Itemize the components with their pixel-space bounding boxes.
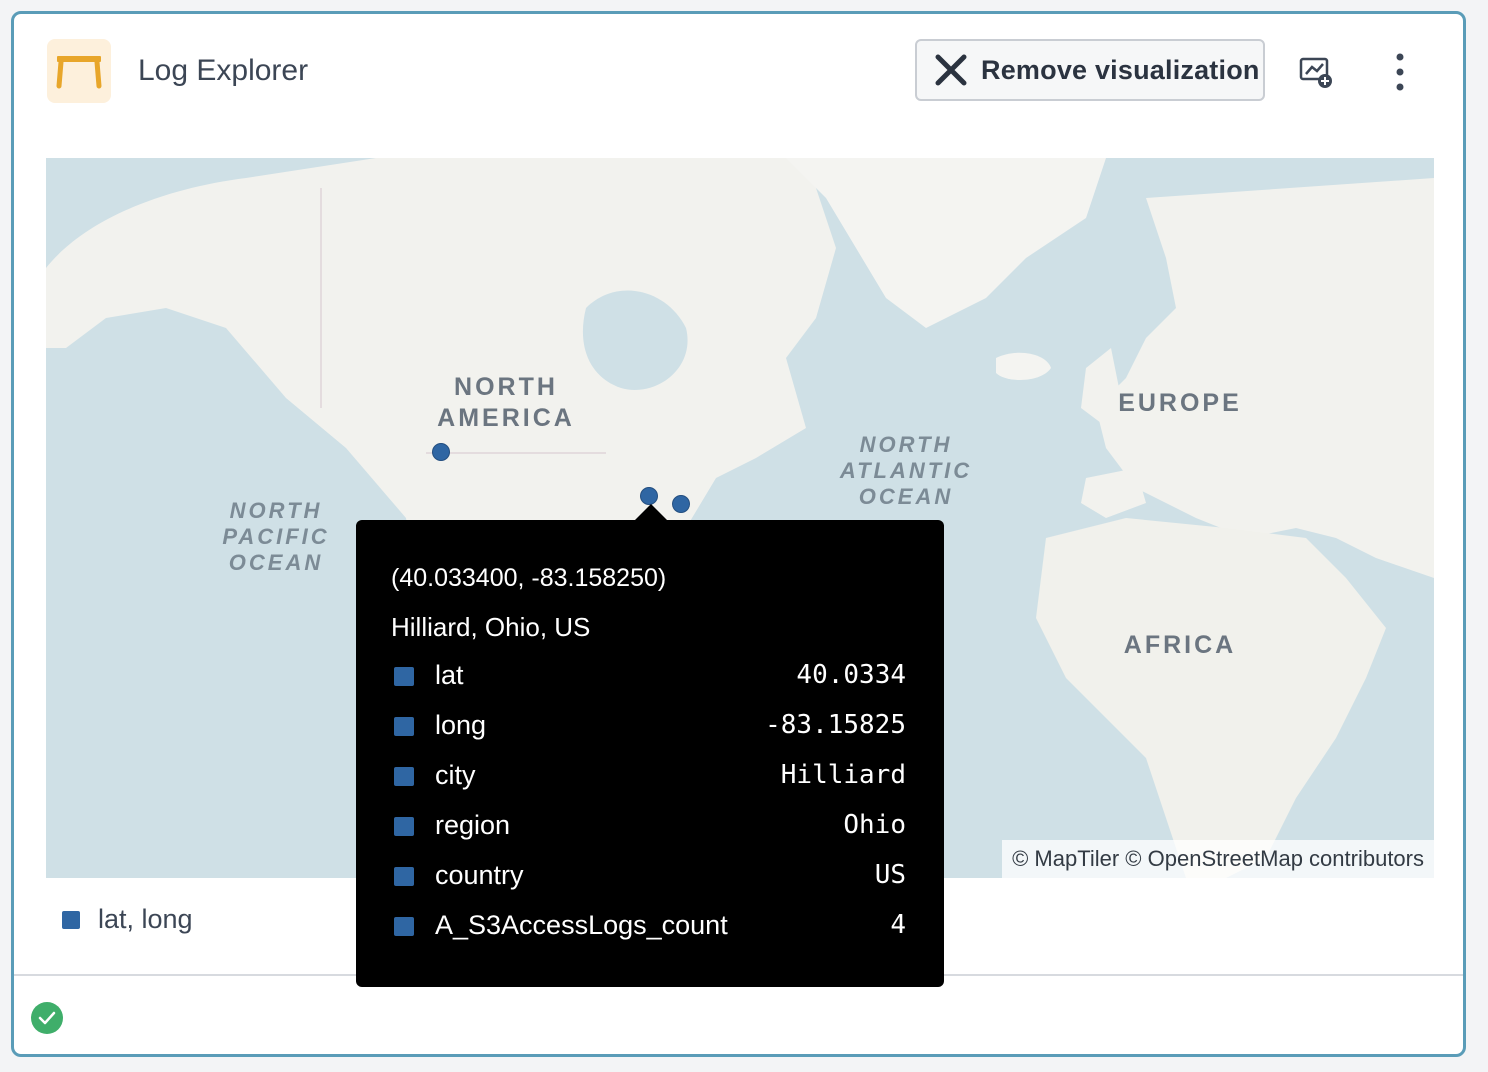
map-marker-selected[interactable] — [640, 487, 658, 505]
check-circle-icon — [31, 1002, 63, 1034]
legend-label: lat, long — [98, 904, 193, 934]
label-north-america-1: NORTH — [454, 373, 558, 401]
more-vertical-icon[interactable] — [1384, 50, 1416, 94]
series-swatch — [394, 917, 414, 936]
label-npo-3: OCEAN — [228, 550, 324, 575]
map-marker[interactable] — [432, 443, 450, 461]
tooltip-row-key: region — [435, 810, 511, 840]
tooltip-row-key: country — [435, 860, 524, 890]
tooltip-row-value: Ohio — [843, 810, 906, 840]
series-swatch — [394, 867, 414, 886]
remove-visualization-label: Remove visualization — [981, 54, 1260, 85]
series-swatch — [394, 817, 414, 836]
panel-title: Log Explorer — [138, 54, 309, 87]
tooltip-row-value: 4 — [890, 910, 906, 940]
tooltip-row: city Hilliard — [394, 758, 906, 798]
tooltip-row: A_S3AccessLogs_count 4 — [394, 908, 906, 948]
tooltip-row: country US — [394, 858, 906, 898]
label-europe: EUROPE — [1118, 389, 1242, 417]
tooltip-row-value: -83.15825 — [765, 710, 906, 740]
tooltip-row-value: 40.0334 — [796, 660, 906, 690]
add-chart-icon[interactable] — [1298, 54, 1334, 90]
map-attribution[interactable]: © MapTiler © OpenStreetMap contributors — [1002, 840, 1434, 878]
series-swatch — [394, 667, 414, 686]
tooltip-row: lat 40.0334 — [394, 658, 906, 698]
label-nao-1: NORTH — [859, 432, 953, 457]
label-nao-3: OCEAN — [858, 484, 954, 509]
map-marker[interactable] — [672, 495, 690, 513]
tooltip-row-value: Hilliard — [780, 760, 906, 790]
legend: lat, long — [62, 904, 193, 935]
legend-swatch — [62, 910, 80, 929]
label-africa: AFRICA — [1123, 631, 1237, 659]
label-npo-2: PACIFIC — [222, 524, 330, 549]
label-north-america-2: AMERICA — [437, 404, 575, 432]
tooltip-row: long -83.15825 — [394, 708, 906, 748]
tooltip-row-key: long — [435, 710, 487, 740]
table-icon — [47, 39, 111, 103]
series-swatch — [394, 717, 414, 736]
label-nao-2: ATLANTIC — [839, 458, 973, 483]
map-tooltip: (40.033400, -83.158250) Hilliard, Ohio, … — [356, 504, 944, 987]
series-swatch — [394, 767, 414, 786]
tooltip-row-key: city — [435, 760, 476, 790]
tooltip-coordinates: (40.033400, -83.158250) — [391, 564, 667, 592]
close-icon — [935, 54, 967, 86]
tooltip-row-value: US — [874, 860, 906, 890]
tooltip-place: Hilliard, Ohio, US — [391, 612, 591, 642]
tooltip-row: region Ohio — [394, 808, 906, 848]
tooltip-row-key: A_S3AccessLogs_count — [435, 910, 728, 940]
tooltip-row-key: lat — [435, 660, 464, 690]
tooltip-arrow — [634, 504, 668, 521]
label-npo-1: NORTH — [229, 498, 323, 523]
remove-visualization-button[interactable]: Remove visualization — [915, 39, 1265, 101]
